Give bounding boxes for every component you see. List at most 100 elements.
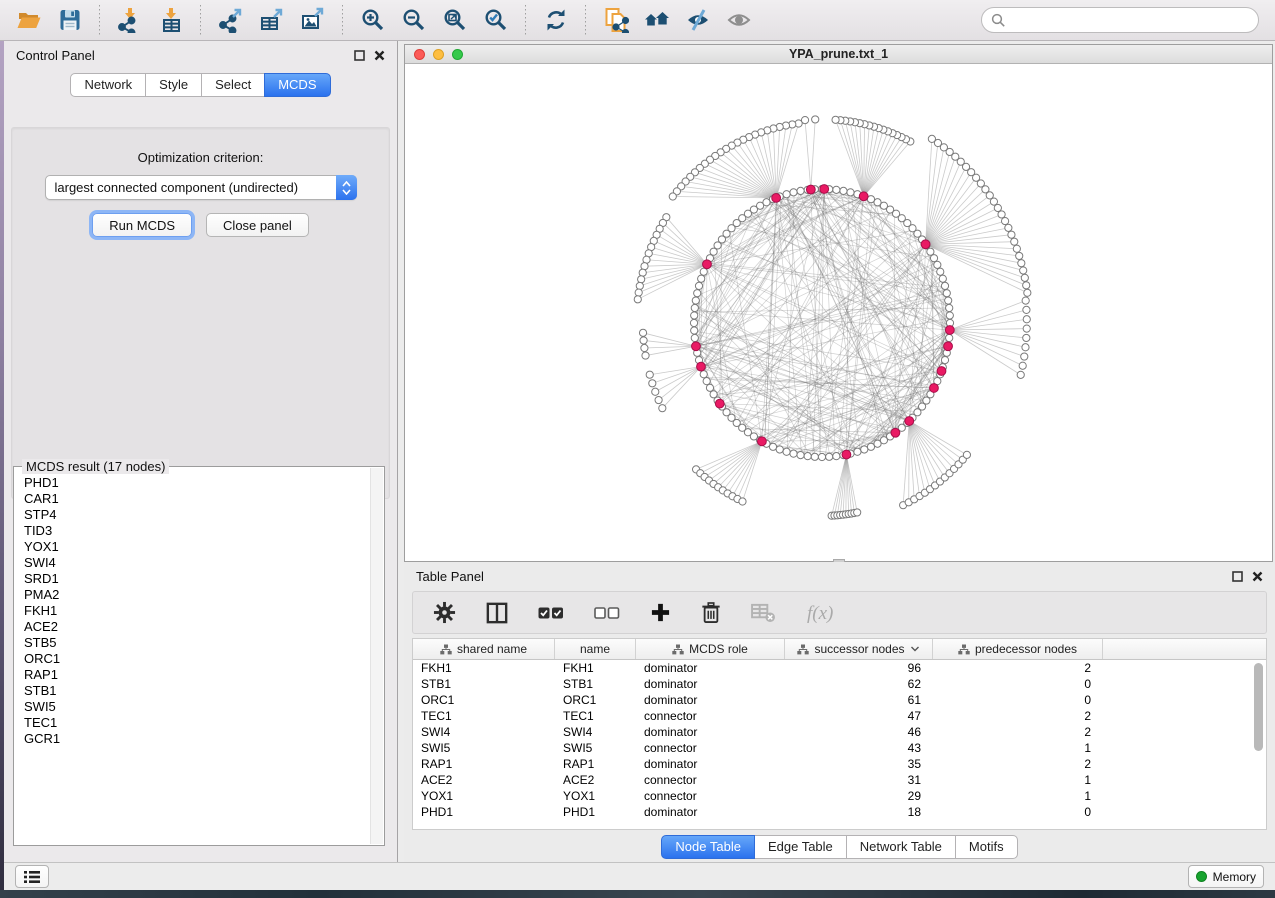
network-node[interactable] (691, 312, 698, 319)
network-node[interactable] (698, 275, 705, 282)
network-node[interactable] (692, 297, 699, 304)
table-row[interactable]: ORC1ORC1dominator610 (413, 692, 1266, 708)
column-header-name[interactable]: name (555, 639, 636, 659)
network-node[interactable] (861, 446, 868, 453)
float-panel-icon[interactable] (1232, 571, 1243, 582)
table-cell[interactable]: 1 (933, 772, 1103, 788)
network-leaf-node[interactable] (640, 337, 647, 344)
close-panel-icon[interactable] (1252, 571, 1263, 582)
table-cell[interactable]: PHD1 (555, 804, 636, 820)
network-leaf-node[interactable] (636, 282, 643, 289)
table-cell[interactable]: dominator (636, 660, 785, 676)
mcds-hub-node[interactable] (697, 362, 706, 371)
mcds-hub-node[interactable] (703, 260, 712, 269)
network-leaf-node[interactable] (639, 269, 646, 276)
network-node[interactable] (946, 312, 953, 319)
table-cell[interactable]: YOX1 (555, 788, 636, 804)
network-leaf-node[interactable] (1005, 224, 1012, 231)
table-cell[interactable]: 1 (933, 740, 1103, 756)
mcds-result-item[interactable]: RAP1 (24, 667, 370, 683)
table-cell[interactable]: 1 (933, 788, 1103, 804)
table-cell[interactable]: STB1 (555, 676, 636, 692)
network-node[interactable] (783, 448, 790, 455)
refresh-button[interactable] (535, 3, 576, 37)
network-node[interactable] (818, 453, 825, 460)
network-node[interactable] (691, 334, 698, 341)
gear-button[interactable] (433, 601, 456, 624)
mcds-result-item[interactable]: SWI4 (24, 555, 370, 571)
run-mcds-button[interactable]: Run MCDS (92, 213, 192, 237)
memory-button[interactable]: Memory (1188, 865, 1264, 888)
table-cell[interactable]: 96 (785, 660, 933, 676)
network-leaf-node[interactable] (1013, 245, 1020, 252)
zoom-out-button[interactable] (393, 3, 434, 37)
network-node[interactable] (826, 453, 833, 460)
mcds-result-item[interactable]: STB5 (24, 635, 370, 651)
mcds-result-item[interactable]: ACE2 (24, 619, 370, 635)
network-leaf-node[interactable] (1022, 344, 1029, 351)
mcds-hub-node[interactable] (944, 342, 953, 351)
mcds-hub-node[interactable] (772, 194, 781, 203)
network-node[interactable] (833, 186, 840, 193)
network-node[interactable] (783, 191, 790, 198)
open-file-button[interactable] (8, 3, 49, 37)
network-node[interactable] (691, 327, 698, 334)
mcds-hub-node[interactable] (945, 326, 954, 335)
save-session-button[interactable] (49, 3, 90, 37)
column-header-MCDS-role[interactable]: MCDS role (636, 639, 785, 659)
network-node[interactable] (811, 453, 818, 460)
table-cell[interactable]: 2 (933, 708, 1103, 724)
network-leaf-node[interactable] (1008, 231, 1015, 238)
table-row[interactable]: RAP1RAP1dominator352 (413, 756, 1266, 772)
table-cell[interactable]: ORC1 (413, 692, 555, 708)
table-cell[interactable]: SWI4 (413, 724, 555, 740)
column-header-successor-nodes[interactable]: successor nodes (785, 639, 933, 659)
network-leaf-node[interactable] (1023, 316, 1030, 323)
hide-selected-button[interactable] (677, 3, 718, 37)
tab-mcds[interactable]: MCDS (264, 73, 330, 97)
network-leaf-node[interactable] (1020, 267, 1027, 274)
tab-network[interactable]: Network (70, 73, 146, 97)
export-network-button[interactable] (210, 3, 251, 37)
search-input[interactable] (1006, 12, 1249, 29)
column-header-predecessor-nodes[interactable]: predecessor nodes (933, 639, 1103, 659)
network-leaf-node[interactable] (1021, 353, 1028, 360)
network-leaf-node[interactable] (1024, 289, 1031, 296)
table-cell[interactable]: dominator (636, 756, 785, 772)
tab-node-table[interactable]: Node Table (661, 835, 755, 859)
network-node[interactable] (804, 453, 811, 460)
network-node[interactable] (700, 268, 707, 275)
network-leaf-node[interactable] (801, 116, 808, 123)
network-node[interactable] (769, 443, 776, 450)
network-node[interactable] (797, 187, 804, 194)
mcds-result-item[interactable]: TEC1 (24, 715, 370, 731)
network-leaf-node[interactable] (646, 371, 653, 378)
network-node[interactable] (840, 187, 847, 194)
table-cell[interactable]: connector (636, 740, 785, 756)
zoom-selected-button[interactable] (475, 3, 516, 37)
network-leaf-node[interactable] (642, 352, 649, 359)
close-window-icon[interactable] (414, 49, 425, 60)
network-node[interactable] (691, 304, 698, 311)
table-cell[interactable]: 0 (933, 676, 1103, 692)
import-network-button[interactable] (109, 3, 150, 37)
mcds-hub-node[interactable] (820, 185, 829, 194)
import-table-button[interactable] (150, 3, 191, 37)
network-leaf-node[interactable] (634, 296, 641, 303)
network-node[interactable] (706, 384, 713, 391)
mcds-result-item[interactable]: GCR1 (24, 731, 370, 747)
network-node[interactable] (945, 297, 952, 304)
network-leaf-node[interactable] (635, 289, 642, 296)
table-cell[interactable]: 18 (785, 804, 933, 820)
column-header-shared-name[interactable]: shared name (413, 639, 555, 659)
network-leaf-node[interactable] (1023, 325, 1030, 332)
network-node[interactable] (776, 446, 783, 453)
zoom-window-icon[interactable] (452, 49, 463, 60)
duplicate-network-button[interactable] (595, 3, 636, 37)
network-leaf-node[interactable] (669, 193, 676, 200)
zoom-fit-button[interactable] (434, 3, 475, 37)
table-cell[interactable]: dominator (636, 676, 785, 692)
network-node[interactable] (946, 304, 953, 311)
table-cell[interactable]: STB1 (413, 676, 555, 692)
add-column-button[interactable] (650, 602, 671, 623)
